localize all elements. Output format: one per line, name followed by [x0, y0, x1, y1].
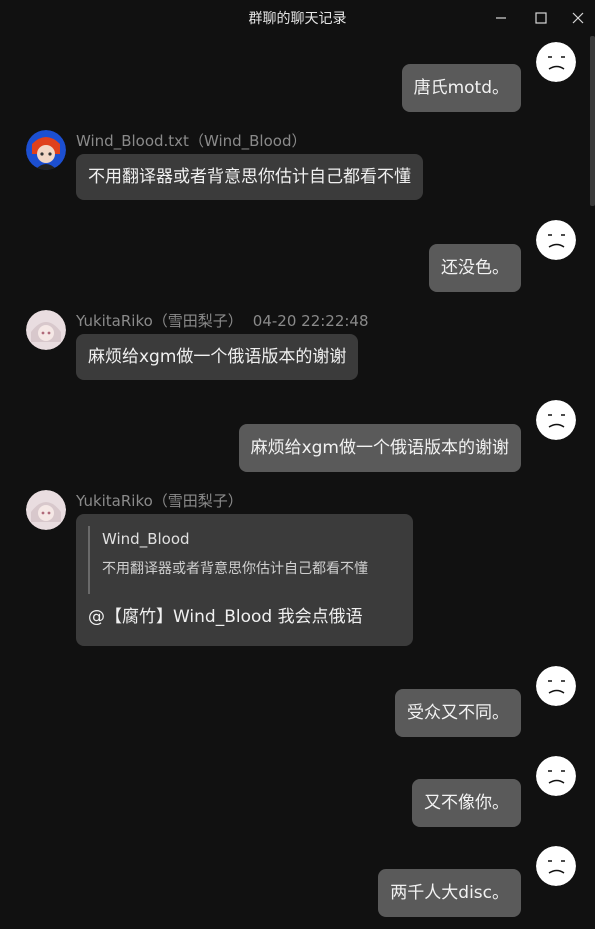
- avatar-wind-blood[interactable]: [26, 130, 66, 170]
- message-list[interactable]: 唐氏motd。 Wind_Blood.txt（Wind_Blood） 不用翻译器…: [0, 36, 590, 929]
- message-bubble[interactable]: 不用翻译器或者背意思你估计自己都看不懂: [76, 154, 423, 200]
- minimize-icon: [496, 17, 506, 19]
- message-bubble[interactable]: 受众又不同。: [395, 689, 521, 737]
- message-outgoing: 麻烦给xgm做一个俄语版本的谢谢: [0, 396, 590, 476]
- avatar-yukitariko[interactable]: [26, 310, 66, 350]
- message-bubble[interactable]: 两千人大disc。: [378, 869, 521, 917]
- frown-face-icon: [536, 846, 576, 886]
- avatar-self[interactable]: [536, 42, 576, 82]
- anime-avatar-icon: [26, 310, 66, 350]
- message-bubble[interactable]: Wind_Blood 不用翻译器或者背意思你估计自己都看不懂 @【腐竹】Wind…: [76, 514, 413, 646]
- message-incoming-reply: YukitaRiko（雪田梨子） Wind_Blood 不用翻译器或者背意思你估…: [0, 484, 590, 654]
- message-bubble[interactable]: 还没色。: [429, 244, 521, 292]
- message-timestamp: 04-20 22:22:48: [252, 312, 369, 330]
- avatar-self[interactable]: [536, 400, 576, 440]
- message-bubble[interactable]: 唐氏motd。: [401, 64, 521, 112]
- close-icon: [572, 12, 584, 24]
- sender-label: YukitaRiko（雪田梨子）: [76, 312, 243, 330]
- anime-avatar-icon: [26, 130, 66, 170]
- frown-face-icon: [536, 666, 576, 706]
- message-bubble[interactable]: 麻烦给xgm做一个俄语版本的谢谢: [238, 424, 521, 472]
- quote-author: Wind_Blood: [102, 530, 190, 548]
- avatar-self[interactable]: [536, 220, 576, 260]
- message-bubble[interactable]: 麻烦给xgm做一个俄语版本的谢谢: [76, 334, 359, 380]
- avatar-yukitariko[interactable]: [26, 490, 66, 530]
- message-bubble[interactable]: 又不像你。: [412, 779, 521, 827]
- avatar-self[interactable]: [536, 846, 576, 886]
- reply-text: @【腐竹】Wind_Blood 我会点俄语: [88, 607, 363, 627]
- avatar-self[interactable]: [536, 756, 576, 796]
- scrollbar-thumb[interactable]: [590, 36, 595, 206]
- avatar-self[interactable]: [536, 666, 576, 706]
- chat-history-window: 群聊的聊天记录 唐氏motd。 Wind_Blood.txt（Wind_Bloo…: [0, 0, 595, 929]
- minimize-button[interactable]: [481, 0, 521, 36]
- anime-avatar-icon: [26, 490, 66, 530]
- sender-name: YukitaRiko（雪田梨子） 04-20 22:22:48: [76, 310, 369, 331]
- message-outgoing: 唐氏motd。: [0, 36, 590, 116]
- message-outgoing: 受众又不同。: [0, 662, 590, 742]
- sender-name: YukitaRiko（雪田梨子）: [76, 492, 243, 510]
- message-incoming: YukitaRiko（雪田梨子） 04-20 22:22:48 麻烦给xgm做一个…: [0, 304, 590, 384]
- close-button[interactable]: [561, 0, 595, 36]
- message-outgoing: 又不像你。: [0, 752, 590, 832]
- message-outgoing: 还没色。: [0, 216, 590, 296]
- maximize-icon: [535, 12, 547, 24]
- frown-face-icon: [536, 220, 576, 260]
- message-outgoing: 两千人大disc。: [0, 842, 590, 929]
- sender-name: Wind_Blood.txt（Wind_Blood）: [76, 132, 307, 150]
- scrollbar[interactable]: [590, 36, 595, 929]
- maximize-button[interactable]: [521, 0, 561, 36]
- quoted-message[interactable]: Wind_Blood 不用翻译器或者背意思你估计自己都看不懂: [88, 526, 398, 594]
- frown-face-icon: [536, 756, 576, 796]
- quote-text: 不用翻译器或者背意思你估计自己都看不懂: [102, 561, 368, 577]
- message-incoming: Wind_Blood.txt（Wind_Blood） 不用翻译器或者背意思你估计…: [0, 124, 590, 204]
- title-bar: 群聊的聊天记录: [0, 0, 595, 36]
- frown-face-icon: [536, 42, 576, 82]
- frown-face-icon: [536, 400, 576, 440]
